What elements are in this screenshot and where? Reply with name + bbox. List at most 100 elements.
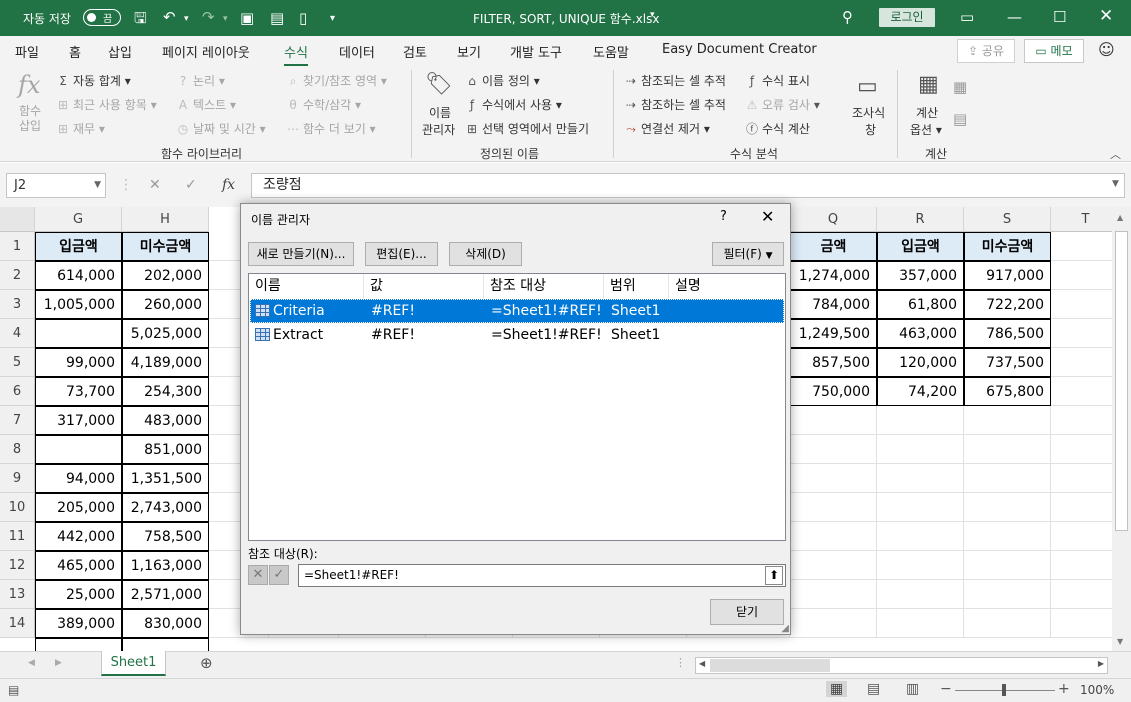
grid-cell[interactable]: [1051, 493, 1112, 522]
column-header-G[interactable]: G: [35, 207, 122, 232]
customize-qat-icon[interactable]: ▾: [330, 10, 335, 28]
list-item[interactable]: Extract #REF! =Sheet1!#REF! Sheet1: [250, 323, 784, 347]
data-cell[interactable]: 260,000: [122, 290, 209, 319]
grid-cell[interactable]: [964, 580, 1051, 609]
collapse-dialog-icon[interactable]: ⬆: [765, 566, 783, 585]
data-cell[interactable]: 254,300: [122, 377, 209, 406]
row-header-10[interactable]: 10: [0, 493, 35, 522]
data-cell[interactable]: 74,200: [877, 377, 964, 406]
data-cell[interactable]: 851,000: [122, 435, 209, 464]
zoom-level[interactable]: 100%: [1080, 683, 1114, 697]
autosum-button[interactable]: Σ 자동 합계 ▾: [56, 72, 131, 89]
zoom-slider-thumb[interactable]: [1002, 684, 1006, 696]
grid-cell[interactable]: [877, 493, 964, 522]
page-layout-view-icon[interactable]: ▤: [867, 681, 880, 697]
page-break-view-icon[interactable]: ▥: [906, 681, 919, 697]
resize-grip-icon[interactable]: ◢: [781, 623, 789, 634]
trace-precedents-button[interactable]: ⇢ 참조되는 셀 추적: [624, 72, 726, 89]
column-header-T[interactable]: T: [1051, 207, 1112, 232]
define-name-button[interactable]: ⌂ 이름 정의 ▾: [465, 72, 540, 89]
grid-cell[interactable]: [877, 406, 964, 435]
close-window-icon[interactable]: ✕: [1099, 7, 1113, 25]
menu-easy-document-creator[interactable]: Easy Document Creator: [662, 42, 817, 57]
calc-options-label-2[interactable]: 옵션 ▾: [910, 121, 942, 138]
data-cell[interactable]: 857,500: [790, 348, 877, 377]
data-cell[interactable]: 463,000: [877, 319, 964, 348]
calc-options-label-1[interactable]: 계산: [916, 104, 938, 121]
select-all-corner[interactable]: [0, 207, 35, 232]
column-header-refers-to[interactable]: 참조 대상: [484, 274, 604, 298]
ribbon-display-icon[interactable]: ▭: [960, 8, 974, 26]
menu-home[interactable]: 홈: [69, 42, 81, 61]
grid-cell[interactable]: [877, 580, 964, 609]
data-cell[interactable]: 73,700: [35, 377, 122, 406]
row-header-9[interactable]: 9: [0, 464, 35, 493]
data-cell[interactable]: 442,000: [35, 522, 122, 551]
dialog-close-button[interactable]: 닫기: [710, 599, 784, 625]
data-cell[interactable]: 750,000: [790, 377, 877, 406]
name-box[interactable]: J2 ▼: [6, 173, 106, 198]
name-box-dropdown-icon[interactable]: ▼: [94, 174, 101, 197]
data-cell[interactable]: 465,000: [35, 551, 122, 580]
financial-button[interactable]: ⊞ 재무 ▾: [56, 120, 105, 137]
data-cell[interactable]: 25,000: [35, 580, 122, 609]
delete-name-button[interactable]: 삭제(D): [449, 242, 522, 266]
calculate-sheet-icon[interactable]: ▤: [953, 110, 967, 128]
dialog-close-icon[interactable]: ✕: [761, 207, 774, 226]
use-in-formula-button[interactable]: ƒ 수식에서 사용 ▾: [465, 96, 562, 113]
maximize-icon[interactable]: ☐: [1053, 8, 1066, 26]
calculate-now-icon[interactable]: ▦: [953, 78, 967, 96]
enter-icon[interactable]: ✓: [185, 177, 197, 193]
normal-view-icon[interactable]: ▦: [826, 681, 848, 697]
row-header-5[interactable]: 5: [0, 348, 35, 377]
error-checking-button[interactable]: ⚠ 오류 검사 ▾: [745, 96, 820, 113]
header-cell[interactable]: 미수금액: [122, 232, 209, 261]
data-cell[interactable]: 99,000: [35, 348, 122, 377]
grid-cell[interactable]: [1051, 406, 1112, 435]
name-manager-label-1[interactable]: 이름: [428, 104, 452, 121]
grid-cell[interactable]: [790, 406, 877, 435]
data-cell[interactable]: 1,274,000: [790, 261, 877, 290]
data-cell[interactable]: 4,189,000: [122, 348, 209, 377]
row-header-1[interactable]: 1: [0, 232, 35, 261]
filename-dropdown-icon[interactable]: ▾: [650, 10, 655, 20]
grid-cell[interactable]: [790, 609, 877, 638]
save-icon[interactable]: 🖫: [134, 9, 147, 27]
grid-cell[interactable]: [1051, 261, 1112, 290]
menu-file[interactable]: 파일: [15, 42, 39, 61]
header-cell[interactable]: 미수금액: [964, 232, 1051, 261]
column-header-value[interactable]: 값: [364, 274, 484, 298]
form-icon[interactable]: ▤: [270, 9, 284, 27]
macro-record-icon[interactable]: ▤: [8, 683, 19, 697]
menu-review[interactable]: 검토: [403, 42, 427, 61]
share-button[interactable]: ⇪ 공유: [957, 39, 1015, 63]
menu-view[interactable]: 보기: [457, 42, 481, 61]
search-icon[interactable]: ⚲: [842, 8, 853, 26]
refers-to-input[interactable]: =Sheet1!#REF!: [298, 564, 786, 587]
tab-splitter-icon[interactable]: ⋮: [675, 656, 686, 669]
data-cell[interactable]: 2,571,000: [122, 580, 209, 609]
grid-cell[interactable]: [964, 464, 1051, 493]
column-header-H[interactable]: H: [122, 207, 209, 232]
more-functions-button[interactable]: ⋯ 함수 더 보기 ▾: [286, 120, 376, 137]
login-button[interactable]: 로그인: [879, 8, 935, 27]
grid-cell[interactable]: [790, 551, 877, 580]
filter-button[interactable]: 필터(F) ▼: [712, 242, 784, 266]
row-header-11[interactable]: 11: [0, 522, 35, 551]
help-button[interactable]: ?: [720, 209, 727, 224]
formula-input[interactable]: 조량점: [251, 173, 1125, 198]
menu-data[interactable]: 데이터: [339, 42, 375, 61]
list-item[interactable]: Criteria #REF! =Sheet1!#REF! Sheet1: [250, 299, 784, 323]
grid-cell[interactable]: [877, 609, 964, 638]
data-cell[interactable]: 1,351,500: [122, 464, 209, 493]
data-cell[interactable]: 917,000: [964, 261, 1051, 290]
grid-cell[interactable]: [790, 580, 877, 609]
name-manager-label-2[interactable]: 관리자: [422, 121, 455, 138]
data-cell[interactable]: 483,000: [122, 406, 209, 435]
horizontal-scrollbar[interactable]: ◀ ▶: [695, 657, 1108, 674]
row-header-3[interactable]: 3: [0, 290, 35, 319]
data-cell[interactable]: 5,025,000: [122, 319, 209, 348]
grid-cell[interactable]: [1051, 580, 1112, 609]
grid-cell[interactable]: [877, 435, 964, 464]
row-header-4[interactable]: 4: [0, 319, 35, 348]
